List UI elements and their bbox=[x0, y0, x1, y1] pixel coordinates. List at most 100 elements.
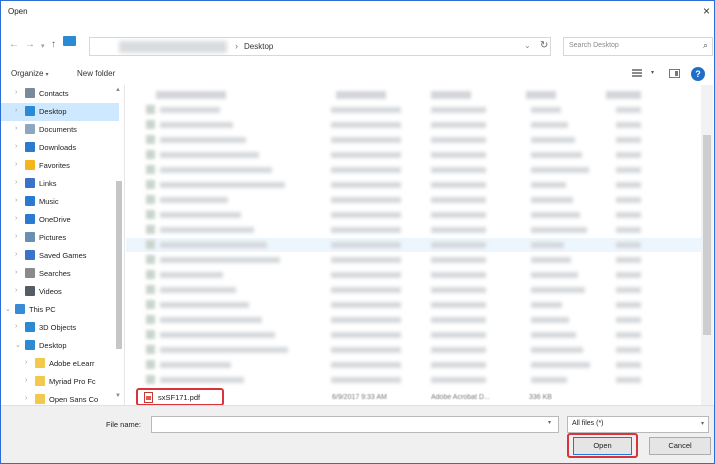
onedrive-icon bbox=[25, 214, 35, 224]
file-cell-obscured bbox=[531, 182, 566, 188]
file-row-obscured bbox=[126, 118, 711, 132]
organize-label: Organize bbox=[11, 69, 44, 78]
cancel-button[interactable]: Cancel bbox=[649, 437, 711, 455]
view-options-icon[interactable] bbox=[632, 69, 644, 77]
chevron-down-icon[interactable]: ⌄ bbox=[5, 305, 11, 313]
chevron-right-icon[interactable]: › bbox=[15, 251, 17, 258]
chevron-right-icon[interactable]: › bbox=[15, 197, 17, 204]
chevron-right-icon[interactable]: › bbox=[15, 269, 17, 276]
arrow-right-icon[interactable]: → bbox=[25, 39, 35, 51]
preview-pane-icon[interactable] bbox=[669, 69, 680, 78]
nav-item[interactable]: › Searches bbox=[1, 265, 119, 283]
chevron-right-icon[interactable]: › bbox=[15, 107, 17, 114]
chevron-right-icon[interactable]: › bbox=[15, 125, 17, 132]
organize-button[interactable]: Organize ▾ bbox=[11, 69, 48, 78]
chevron-right-icon[interactable]: › bbox=[25, 395, 27, 402]
address-path-redacted bbox=[119, 41, 227, 53]
arrow-left-icon[interactable]: ← bbox=[9, 39, 19, 51]
nav-item[interactable]: › Saved Games bbox=[1, 247, 119, 265]
nav-item[interactable]: › Myriad Pro Fc bbox=[1, 373, 119, 391]
nav-item[interactable]: › Downloads bbox=[1, 139, 119, 157]
file-cell-obscured bbox=[431, 107, 486, 113]
chevron-down-icon[interactable]: ⌄ bbox=[524, 41, 531, 50]
file-name: sxSF171.pdf bbox=[158, 393, 201, 402]
nav-item[interactable]: › OneDrive bbox=[1, 211, 119, 229]
file-cell-obscured bbox=[160, 167, 272, 173]
desktop-folder-icon bbox=[25, 106, 35, 116]
nav-item[interactable]: ⌄ This PC bbox=[1, 301, 119, 319]
chevron-down-icon[interactable]: ⌄ bbox=[15, 341, 21, 349]
nav-item[interactable]: › Adobe eLearr bbox=[1, 355, 119, 373]
search-box[interactable]: Search Desktop ⌕ bbox=[563, 37, 713, 56]
chevron-right-icon[interactable]: › bbox=[25, 359, 27, 366]
selected-file-item[interactable]: sxSF171.pdf bbox=[136, 388, 224, 406]
nav-item[interactable]: › Music bbox=[1, 193, 119, 211]
file-list-scrollbar[interactable] bbox=[701, 85, 713, 405]
file-cell-obscured bbox=[331, 182, 401, 188]
chevron-right-icon[interactable]: › bbox=[15, 143, 17, 150]
nav-item[interactable]: › Desktop bbox=[1, 103, 119, 121]
nav-item[interactable]: › Favorites bbox=[1, 157, 119, 175]
file-cell-obscured bbox=[531, 287, 585, 293]
chevron-down-icon[interactable]: ▾ bbox=[651, 69, 654, 76]
file-cell-obscured bbox=[616, 107, 641, 113]
nav-item-label: Downloads bbox=[39, 143, 77, 152]
file-cell-obscured bbox=[531, 257, 571, 263]
file-cell-obscured bbox=[331, 122, 401, 128]
scroll-thumb[interactable] bbox=[116, 181, 122, 349]
file-icon bbox=[146, 345, 155, 354]
chevron-right-icon[interactable]: › bbox=[15, 215, 17, 222]
file-cell-obscured bbox=[531, 332, 576, 338]
file-type-filter[interactable]: All files (*) ▾ bbox=[567, 416, 709, 433]
file-cell-obscured bbox=[616, 182, 641, 188]
file-cell-obscured bbox=[160, 242, 267, 248]
new-folder-button[interactable]: New folder bbox=[77, 69, 115, 78]
scroll-down-icon[interactable]: ▼ bbox=[115, 393, 121, 399]
file-cell-obscured bbox=[431, 347, 486, 353]
chevron-down-icon[interactable]: ▾ bbox=[548, 419, 551, 426]
scroll-up-icon[interactable]: ▲ bbox=[115, 87, 121, 93]
chevron-right-icon[interactable]: › bbox=[15, 89, 17, 96]
chevron-right-icon[interactable]: › bbox=[25, 377, 27, 384]
close-icon[interactable]: × bbox=[703, 4, 710, 18]
file-cell-obscured bbox=[616, 242, 641, 248]
nav-item[interactable]: › Pictures bbox=[1, 229, 119, 247]
nav-item[interactable]: › Open Sans Co bbox=[1, 391, 119, 405]
nav-item[interactable]: › Documents bbox=[1, 121, 119, 139]
nav-item[interactable]: ⌄ Desktop bbox=[1, 337, 119, 355]
file-size: 336 KB bbox=[529, 394, 552, 401]
chevron-right-icon[interactable]: › bbox=[15, 179, 17, 186]
file-cell-obscured bbox=[531, 212, 580, 218]
column-header-obscured bbox=[431, 91, 471, 99]
nav-item[interactable]: › Videos bbox=[1, 283, 119, 301]
file-cell-obscured bbox=[431, 137, 486, 143]
nav-item[interactable]: › Contacts bbox=[1, 85, 119, 103]
chevron-right-icon[interactable]: › bbox=[15, 287, 17, 294]
chevron-down-icon[interactable]: ▾ bbox=[41, 41, 45, 53]
file-cell-obscured bbox=[616, 137, 641, 143]
file-cell-obscured bbox=[616, 197, 641, 203]
search-icon[interactable]: ⌕ bbox=[703, 40, 708, 51]
file-cell-obscured bbox=[531, 167, 589, 173]
arrow-up-icon[interactable]: ↑ bbox=[51, 39, 56, 51]
videos-icon bbox=[25, 286, 35, 296]
file-name-input[interactable] bbox=[151, 416, 559, 433]
address-bar[interactable]: › Desktop ⌄ ↻ bbox=[89, 37, 551, 56]
nav-item[interactable]: › 3D Objects bbox=[1, 319, 119, 337]
chevron-down-icon: ▾ bbox=[45, 72, 49, 78]
scroll-thumb[interactable] bbox=[703, 135, 711, 335]
nav-item[interactable]: › Links bbox=[1, 175, 119, 193]
file-row-obscured bbox=[126, 208, 711, 222]
breadcrumb-desktop[interactable]: Desktop bbox=[244, 42, 273, 51]
nav-scrollbar[interactable]: ▲ ▼ bbox=[114, 85, 124, 405]
chevron-right-icon[interactable]: › bbox=[15, 233, 17, 240]
favorites-star-icon bbox=[25, 160, 35, 170]
file-icon bbox=[146, 135, 155, 144]
help-icon[interactable]: ? bbox=[691, 67, 705, 81]
refresh-icon[interactable]: ↻ bbox=[540, 40, 548, 51]
file-cell-obscured bbox=[331, 137, 401, 143]
chevron-right-icon[interactable]: › bbox=[15, 323, 17, 330]
file-cell-obscured bbox=[616, 122, 641, 128]
open-button[interactable]: Open bbox=[573, 437, 632, 455]
chevron-right-icon[interactable]: › bbox=[15, 161, 17, 168]
